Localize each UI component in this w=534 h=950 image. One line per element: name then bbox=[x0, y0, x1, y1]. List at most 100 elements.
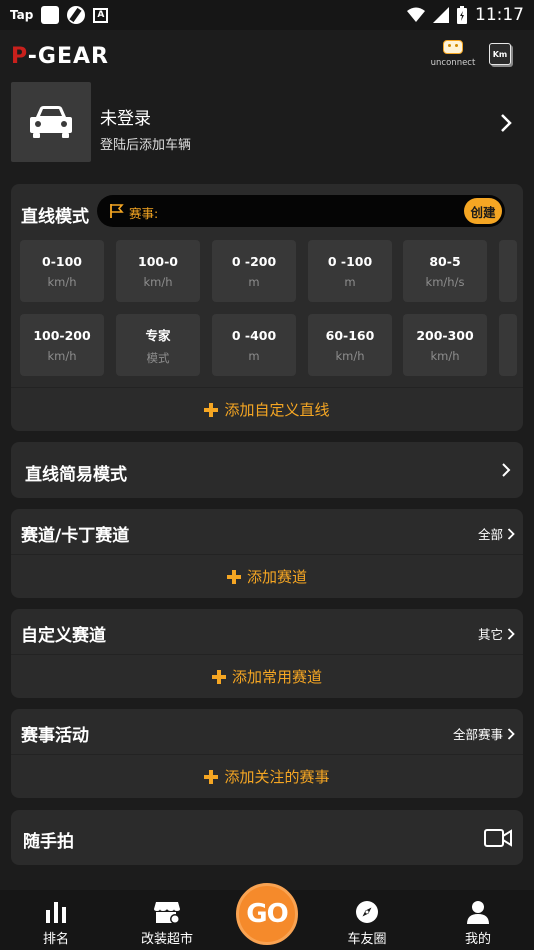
mode-value: 100-200 bbox=[33, 327, 91, 343]
compass-icon bbox=[356, 901, 378, 923]
plus-icon bbox=[226, 569, 241, 584]
notification-square-icon bbox=[41, 6, 60, 24]
nav-item-mod-store[interactable]: 改装超市 bbox=[122, 890, 212, 950]
plus-icon bbox=[204, 769, 219, 784]
mode-cell[interactable]: 80-5 km/h/s bbox=[403, 240, 487, 302]
app-a-icon: A bbox=[93, 7, 109, 23]
mode-value: 200-300 bbox=[416, 327, 474, 343]
mode-unit: m bbox=[248, 348, 260, 363]
login-status-title: 未登录 bbox=[100, 109, 151, 129]
mode-cell-partial[interactable] bbox=[499, 314, 517, 376]
mode-unit: km/h/s bbox=[425, 274, 465, 289]
tap-app-label: Tap bbox=[10, 8, 34, 22]
track-card: 赛道/卡丁赛道 全部 添加赛道 bbox=[11, 509, 523, 598]
mode-unit: m bbox=[248, 274, 260, 289]
nav-item-rank[interactable]: 排名 bbox=[11, 890, 101, 950]
mode-value: 0 -100 bbox=[327, 253, 373, 269]
simple-mode-card[interactable]: 直线简易模式 bbox=[11, 442, 523, 498]
mode-unit: km/h bbox=[430, 348, 460, 363]
nav-label-rank: 排名 bbox=[42, 932, 69, 947]
add-track-button[interactable]: 添加赛道 bbox=[11, 555, 523, 598]
app-logo: P-GEAR bbox=[11, 44, 109, 69]
event-label: 赛事: bbox=[129, 206, 159, 221]
chevron-right-icon bbox=[507, 527, 515, 540]
events-card: 赛事活动 全部赛事 添加关注的赛事 bbox=[11, 709, 523, 798]
snapshot-title: 随手拍 bbox=[23, 832, 74, 852]
add-common-track-button[interactable]: 添加常用赛道 bbox=[11, 655, 523, 698]
create-event-button[interactable]: 创建 bbox=[464, 198, 502, 224]
custom-track-title: 自定义赛道 bbox=[21, 626, 106, 646]
mode-cell[interactable]: 60-160 km/h bbox=[308, 314, 392, 376]
nav-item-friends[interactable]: 车友圈 bbox=[322, 890, 412, 950]
device-connect-button[interactable]: unconnect bbox=[425, 40, 481, 68]
plus-icon bbox=[204, 402, 219, 417]
nav-item-mine[interactable]: 我的 bbox=[433, 890, 523, 950]
custom-track-other-link[interactable]: 其它 bbox=[478, 624, 515, 643]
ranking-bars-icon bbox=[46, 902, 66, 923]
event-bar[interactable]: 赛事: 创建 bbox=[97, 195, 505, 227]
add-track-label: 添加赛道 bbox=[246, 568, 307, 586]
mode-value: 60-160 bbox=[325, 327, 375, 343]
mode-value: 100-0 bbox=[138, 253, 178, 269]
sync-icon bbox=[67, 6, 86, 24]
custom-track-card: 自定义赛道 其它 添加常用赛道 bbox=[11, 609, 523, 698]
add-custom-straight-label: 添加自定义直线 bbox=[224, 401, 330, 419]
track-all-link[interactable]: 全部 bbox=[478, 524, 515, 543]
all-events-label: 全部赛事 bbox=[452, 727, 503, 742]
mode-value: 专家 bbox=[145, 327, 171, 343]
mode-unit: km/h bbox=[335, 348, 365, 363]
mode-unit: km/h bbox=[47, 348, 77, 363]
mode-unit: km/h bbox=[47, 274, 77, 289]
car-icon bbox=[30, 106, 72, 138]
chevron-right-icon bbox=[507, 727, 515, 740]
chevron-right-icon bbox=[501, 114, 512, 132]
straight-mode-card: 直线模式 赛事: 创建 0-100 km/h 100-0 km/h 0 -200… bbox=[11, 184, 523, 431]
obd-device-icon bbox=[443, 40, 463, 54]
video-camera-icon[interactable] bbox=[484, 828, 512, 848]
mode-value: 0-100 bbox=[42, 253, 82, 269]
add-common-track-label: 添加常用赛道 bbox=[231, 668, 322, 686]
vehicle-avatar bbox=[11, 82, 91, 162]
add-custom-straight-button[interactable]: 添加自定义直线 bbox=[11, 388, 523, 431]
nav-label-friends: 车友圈 bbox=[347, 932, 387, 947]
login-hint-text: 登陆后添加车辆 bbox=[100, 138, 192, 153]
snapshot-card[interactable]: 随手拍 bbox=[11, 810, 523, 865]
simple-mode-title: 直线简易模式 bbox=[25, 465, 127, 485]
add-followed-event-button[interactable]: 添加关注的赛事 bbox=[11, 755, 523, 798]
add-followed-event-label: 添加关注的赛事 bbox=[224, 768, 330, 786]
mode-cell[interactable]: 0 -400 m bbox=[212, 314, 296, 376]
track-title: 赛道/卡丁赛道 bbox=[21, 526, 130, 546]
mode-cell[interactable]: 100-0 km/h bbox=[116, 240, 200, 302]
app-header: P-GEAR unconnect Km bbox=[0, 30, 534, 82]
chevron-right-icon bbox=[502, 463, 511, 477]
mode-cell[interactable]: 0 -200 m bbox=[212, 240, 296, 302]
user-login-row[interactable]: 未登录 登陆后添加车辆 bbox=[0, 82, 534, 174]
mode-unit: 模式 bbox=[146, 350, 170, 365]
mode-cell[interactable]: 0 -100 m bbox=[308, 240, 392, 302]
logo-prefix: P bbox=[11, 44, 28, 69]
signal-icon bbox=[433, 7, 449, 23]
mode-cell[interactable]: 专家 模式 bbox=[116, 314, 200, 376]
mode-cell[interactable]: 0-100 km/h bbox=[20, 240, 104, 302]
custom-track-other-label: 其它 bbox=[477, 627, 503, 642]
connect-status-label: unconnect bbox=[430, 58, 476, 68]
chevron-right-icon bbox=[507, 627, 515, 640]
mode-cell[interactable]: 200-300 km/h bbox=[403, 314, 487, 376]
nav-label-mine: 我的 bbox=[464, 932, 491, 947]
status-bar: Tap A 11:17 bbox=[0, 0, 534, 30]
mode-cell[interactable]: 100-200 km/h bbox=[20, 314, 104, 376]
logo-text: -GEAR bbox=[27, 44, 109, 69]
events-title: 赛事活动 bbox=[21, 726, 89, 746]
go-button[interactable]: GO bbox=[236, 883, 298, 945]
straight-mode-title: 直线模式 bbox=[21, 207, 89, 227]
flag-icon bbox=[110, 204, 124, 218]
unit-km-button[interactable]: Km bbox=[489, 43, 511, 65]
mode-value: 80-5 bbox=[429, 253, 461, 269]
mode-cell-partial[interactable] bbox=[499, 240, 517, 302]
all-events-link[interactable]: 全部赛事 bbox=[453, 724, 515, 743]
mode-value: 0 -400 bbox=[231, 327, 277, 343]
clock: 11:17 bbox=[475, 5, 524, 25]
nav-label-mod-store: 改装超市 bbox=[140, 932, 193, 947]
mode-value: 0 -200 bbox=[231, 253, 277, 269]
mode-unit: km/h bbox=[143, 274, 173, 289]
